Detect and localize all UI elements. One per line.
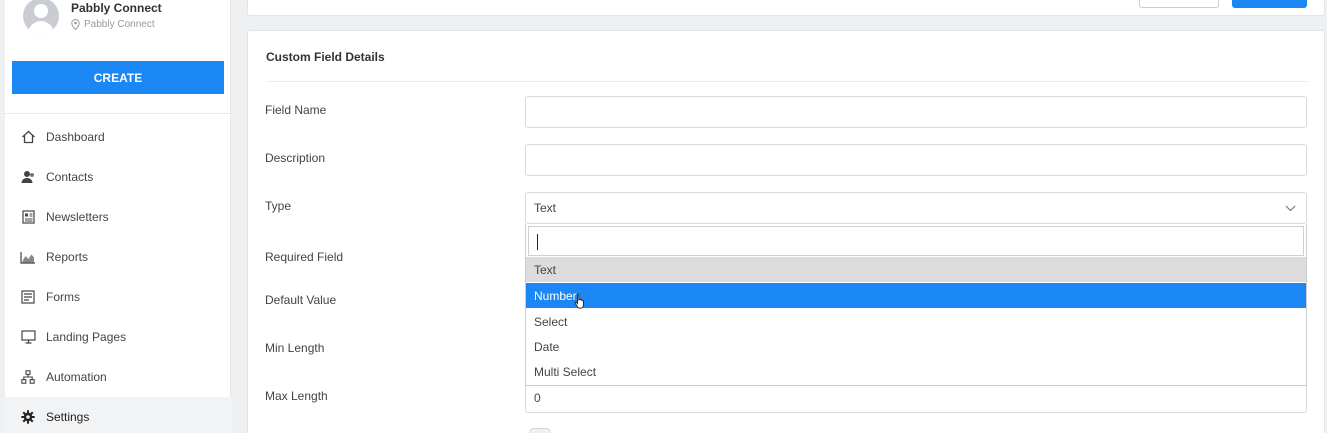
type-select-value: Text	[534, 201, 557, 215]
home-icon	[20, 129, 36, 145]
card-divider	[266, 81, 1308, 82]
profile-name: Pabbly Connect	[71, 1, 162, 15]
type-label: Type	[265, 199, 292, 213]
field-name-input[interactable]	[525, 96, 1307, 128]
dropdown-option-text[interactable]: Text	[526, 257, 1306, 282]
max-length-input[interactable]: 0	[525, 382, 1307, 413]
sidebar-item-label: Dashboard	[46, 130, 105, 144]
newsletter-icon	[20, 209, 36, 225]
sidebar: Pabbly Connect Pabbly Connect CREATE Das…	[5, 0, 231, 433]
sidebar-item-dashboard[interactable]: Dashboard	[5, 117, 231, 157]
dropdown-search-input[interactable]	[528, 226, 1304, 256]
type-dropdown: Text Number Select Date Multi Select	[525, 224, 1307, 386]
sidebar-item-label: Landing Pages	[46, 330, 127, 344]
sidebar-item-label: Reports	[46, 250, 89, 264]
required-field-label: Required Field	[265, 250, 344, 264]
sidebar-item-label: Newsletters	[46, 210, 109, 224]
toggle-switch[interactable]	[529, 428, 551, 433]
secondary-button[interactable]	[1139, 0, 1219, 8]
dropdown-option-date[interactable]: Date	[526, 334, 1306, 359]
reports-icon	[20, 249, 36, 265]
dropdown-option-multi-select[interactable]: Multi Select	[526, 359, 1306, 384]
forms-icon	[20, 289, 36, 305]
primary-button[interactable]	[1232, 0, 1307, 8]
automation-icon	[20, 369, 36, 385]
card-title: Custom Field Details	[266, 50, 385, 64]
monitor-icon	[20, 329, 36, 345]
sidebar-item-contacts[interactable]: Contacts	[5, 157, 231, 197]
dropdown-option-number[interactable]: Number	[526, 283, 1306, 309]
field-name-label: Field Name	[265, 103, 327, 117]
sidebar-item-label: Forms	[46, 290, 80, 304]
dropdown-option-select[interactable]: Select	[526, 309, 1306, 334]
text-caret	[537, 234, 538, 250]
create-button[interactable]: CREATE	[12, 61, 224, 94]
sidebar-item-label: Automation	[46, 370, 107, 384]
chevron-down-icon	[1285, 205, 1296, 211]
sidebar-item-landing-pages[interactable]: Landing Pages	[5, 317, 231, 357]
dropdown-option-label: Number	[534, 288, 577, 303]
avatar	[23, 0, 59, 34]
profile-location: Pabbly Connect	[71, 19, 162, 30]
sidebar-item-label: Contacts	[46, 170, 94, 184]
hand-pointer-icon	[574, 293, 584, 309]
sidebar-item-settings[interactable]: Settings	[5, 397, 231, 433]
description-label: Description	[265, 151, 326, 165]
contacts-icon	[20, 169, 36, 185]
gear-icon	[20, 409, 36, 425]
sidebar-item-forms[interactable]: Forms	[5, 277, 231, 317]
sidebar-item-label: Settings	[46, 410, 90, 424]
location-pin-icon	[71, 19, 80, 30]
type-select[interactable]: Text	[525, 192, 1307, 224]
default-value-label: Default Value	[265, 293, 337, 307]
description-input[interactable]	[525, 144, 1307, 176]
min-length-label: Min Length	[265, 341, 325, 355]
sidebar-item-newsletters[interactable]: Newsletters	[5, 197, 231, 237]
sidebar-item-reports[interactable]: Reports	[5, 237, 231, 277]
sidebar-divider	[5, 113, 231, 114]
max-length-label: Max Length	[265, 389, 328, 403]
sidebar-nav: Dashboard Contacts Newsletters Reports F…	[5, 117, 231, 433]
profile-location-text: Pabbly Connect	[84, 19, 155, 30]
sidebar-item-automation[interactable]: Automation	[5, 357, 231, 397]
profile[interactable]: Pabbly Connect Pabbly Connect	[23, 0, 162, 40]
